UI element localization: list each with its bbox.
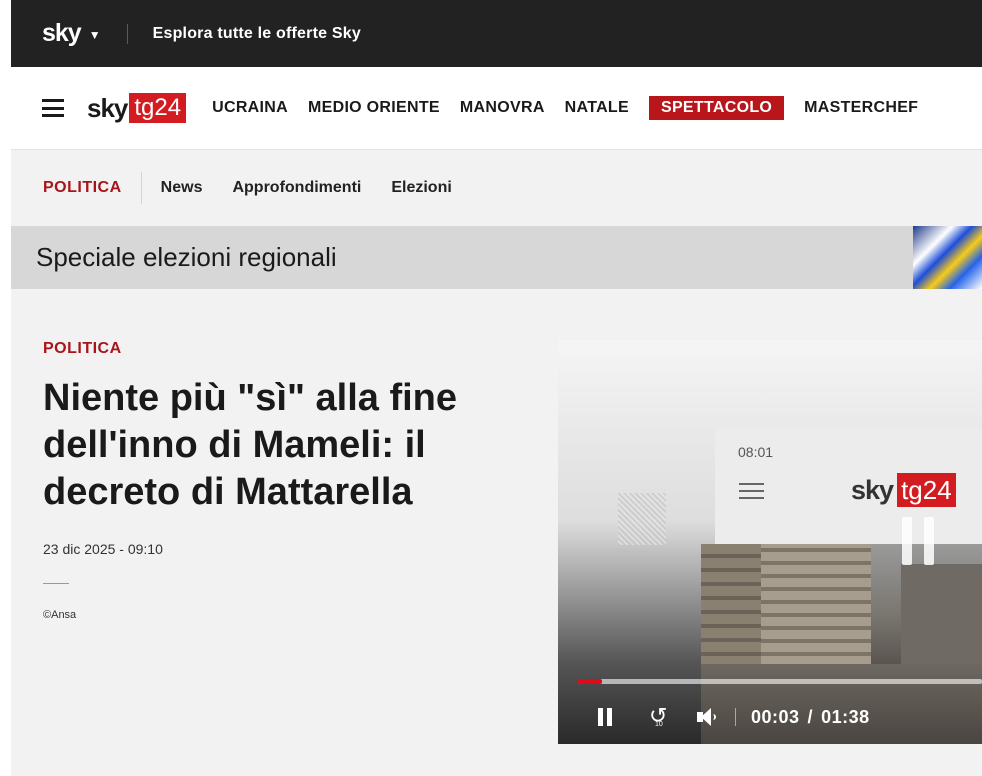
subnav-item-news[interactable]: News	[161, 179, 203, 197]
nav-item-medio-oriente[interactable]: MEDIO ORIENTE	[308, 99, 440, 117]
article-date: 23 dic 2025 - 09:10	[43, 541, 163, 557]
logo-tg24-text: tg24	[129, 93, 187, 123]
divider	[126, 23, 128, 44]
video-controls: ↺ 10 00:03 / 01:38	[558, 702, 982, 732]
subnav-item-approfondimenti[interactable]: Approfondimenti	[232, 179, 361, 197]
offers-link[interactable]: Esplora tutte le offerte Sky	[153, 25, 361, 43]
current-time: 00:03	[751, 706, 800, 727]
video-stamp-graphic	[618, 493, 666, 545]
special-banner[interactable]: Speciale elezioni regionali	[11, 226, 982, 289]
pause-icon[interactable]	[598, 708, 612, 726]
subnav-section-politica[interactable]: POLITICA	[43, 179, 122, 197]
page-edge	[0, 0, 11, 776]
divider	[140, 172, 142, 204]
chevron-down-icon: ▼	[88, 27, 101, 42]
video-logo-sky-text: sky	[851, 474, 894, 505]
skytg24-logo[interactable]: sky tg24	[87, 92, 187, 124]
volume-icon[interactable]	[697, 706, 719, 728]
pause-overlay-icon[interactable]	[902, 517, 934, 565]
nav-items: UCRAINA MEDIO ORIENTE MANOVRA NATALE SPE…	[212, 96, 938, 120]
nav-item-spettacolo[interactable]: SPETTACOLO	[648, 96, 785, 120]
time-separator: /	[807, 706, 814, 727]
photo-credit: ©Ansa	[43, 609, 77, 621]
video-progress-fill	[578, 679, 603, 684]
main-nav: sky tg24 UCRAINA MEDIO ORIENTE MANOVRA N…	[11, 67, 982, 150]
menu-icon[interactable]	[42, 99, 64, 117]
banner-image	[913, 226, 982, 289]
video-menu-icon	[739, 483, 764, 499]
nav-item-masterchef[interactable]: MASTERCHEF	[804, 99, 918, 117]
sky-brand-menu[interactable]: sky ▼	[42, 19, 101, 48]
article-title: Niente più "sì" alla fine dell'inno di M…	[43, 377, 458, 513]
nav-item-ucraina[interactable]: UCRAINA	[212, 99, 288, 117]
video-skytg24-logo: sky tg24	[851, 473, 956, 507]
banner-title: Speciale elezioni regionali	[36, 242, 337, 272]
video-time: 00:03 / 01:38	[751, 707, 870, 728]
replay-seconds: 10	[655, 721, 663, 728]
section-subnav: POLITICA News Approfondimenti Elezioni	[11, 150, 982, 226]
sky-top-bar: sky ▼ Esplora tutte le offerte Sky	[11, 0, 982, 67]
replay-10-icon[interactable]: ↺ 10	[649, 705, 671, 729]
sky-logo: sky	[42, 19, 82, 47]
divider	[43, 583, 69, 584]
nav-item-manovra[interactable]: MANOVRA	[460, 99, 545, 117]
duration: 01:38	[821, 706, 870, 727]
subnav-item-elezioni[interactable]: Elezioni	[391, 179, 451, 197]
divider	[735, 708, 736, 726]
video-logo-tg24-text: tg24	[897, 473, 956, 507]
logo-sky-text: sky	[87, 92, 128, 123]
video-progress-bar[interactable]	[578, 679, 982, 684]
video-screen-time: 08:01	[738, 444, 774, 460]
video-player[interactable]: 08:01 sky tg24 ↺ 10 00:03 / 01:38	[558, 340, 982, 744]
nav-item-natale[interactable]: NATALE	[565, 99, 629, 117]
article-section-label[interactable]: POLITICA	[43, 340, 122, 358]
